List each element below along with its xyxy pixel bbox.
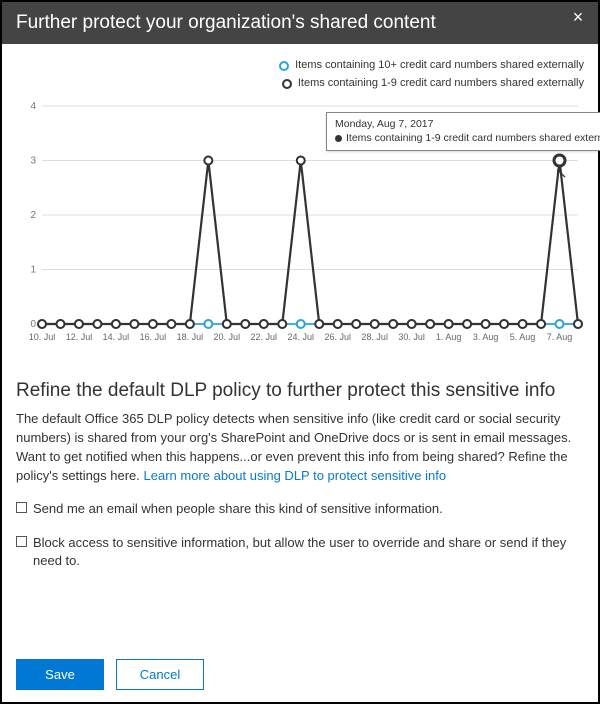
tooltip-series-label: Items containing 1-9 credit card numbers… xyxy=(346,132,600,144)
chart[interactable]: 0 1 2 3 4 10. Jul 12. Jul 14. Jul 16. Jul 18. Jul… xyxy=(24,100,584,350)
dialog-body: Items containing 10+ credit card numbers… xyxy=(2,44,598,570)
tooltip-date: Monday, Aug 7, 2017 xyxy=(335,117,600,131)
svg-text:3: 3 xyxy=(30,156,36,167)
svg-text:12. Jul: 12. Jul xyxy=(66,332,93,342)
option-block-row: Block access to sensitive information, b… xyxy=(16,534,584,570)
svg-text:2: 2 xyxy=(30,210,36,221)
svg-text:7. Aug: 7. Aug xyxy=(547,332,573,342)
save-button[interactable]: Save xyxy=(16,659,104,690)
option-email-row: Send me an email when people share this … xyxy=(16,500,584,518)
svg-text:22. Jul: 22. Jul xyxy=(251,332,278,342)
legend-label-series-a: Items containing 10+ credit card numbers… xyxy=(295,58,584,73)
svg-text:28. Jul: 28. Jul xyxy=(361,332,388,342)
svg-text:3. Aug: 3. Aug xyxy=(473,332,499,342)
learn-more-link[interactable]: Learn more about using DLP to protect se… xyxy=(144,468,447,483)
svg-text:26. Jul: 26. Jul xyxy=(324,332,351,342)
option-block-checkbox[interactable] xyxy=(16,536,27,547)
svg-text:10. Jul: 10. Jul xyxy=(29,332,56,342)
option-email-checkbox[interactable] xyxy=(16,502,27,513)
close-button[interactable]: × xyxy=(568,8,588,28)
tooltip-marker xyxy=(335,135,342,142)
svg-text:24. Jul: 24. Jul xyxy=(287,332,314,342)
dialog-header: Further protect your organization's shar… xyxy=(2,2,598,44)
dialog-title: Further protect your organization's shar… xyxy=(16,12,436,33)
section-body: The default Office 365 DLP policy detect… xyxy=(16,410,584,485)
option-email-label: Send me an email when people share this … xyxy=(33,500,443,518)
chart-legend: Items containing 10+ credit card numbers… xyxy=(16,58,584,94)
svg-text:0: 0 xyxy=(30,319,36,330)
legend-label-series-b: Items containing 1-9 credit card numbers… xyxy=(298,76,584,91)
svg-text:1: 1 xyxy=(30,265,36,276)
option-block-label: Block access to sensitive information, b… xyxy=(33,534,584,570)
cancel-button[interactable]: Cancel xyxy=(116,659,204,690)
svg-text:4: 4 xyxy=(30,101,36,112)
svg-text:1. Aug: 1. Aug xyxy=(436,332,462,342)
svg-text:5. Aug: 5. Aug xyxy=(510,332,536,342)
svg-text:18. Jul: 18. Jul xyxy=(177,332,204,342)
svg-text:16. Jul: 16. Jul xyxy=(140,332,167,342)
legend-marker-series-a xyxy=(279,61,289,71)
legend-marker-series-b xyxy=(282,79,292,89)
dialog-footer: Save Cancel xyxy=(16,659,204,690)
svg-text:20. Jul: 20. Jul xyxy=(214,332,241,342)
section-heading: Refine the default DLP policy to further… xyxy=(16,380,584,402)
chart-tooltip: Monday, Aug 7, 2017 Items containing 1-9… xyxy=(326,112,600,150)
svg-text:14. Jul: 14. Jul xyxy=(103,332,130,342)
svg-text:30. Jul: 30. Jul xyxy=(398,332,425,342)
